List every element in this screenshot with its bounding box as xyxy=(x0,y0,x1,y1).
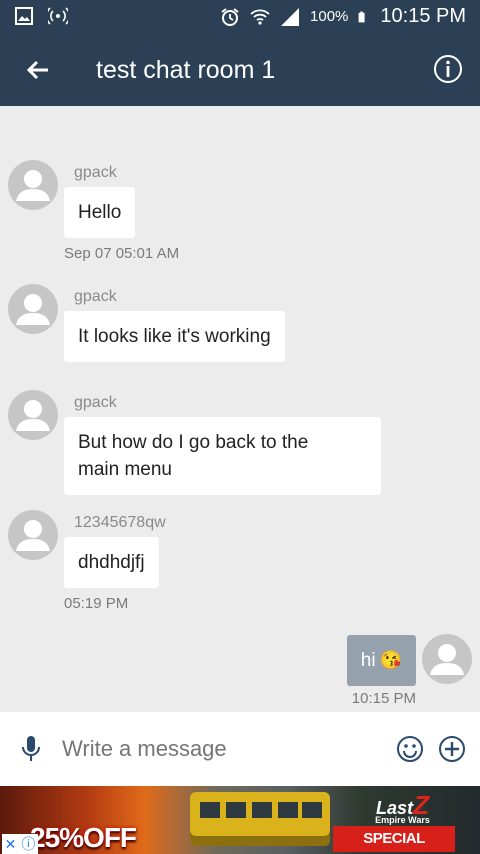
outgoing-bubble[interactable]: hi 😘 xyxy=(346,635,416,686)
emoji-icon[interactable] xyxy=(396,735,424,763)
message-sender: gpack xyxy=(74,164,117,181)
outgoing-timestamp: 10:15 PM xyxy=(351,690,416,707)
avatar[interactable] xyxy=(8,390,58,440)
ad-choices[interactable]: ✕ ⓘ xyxy=(2,834,38,854)
ad-logo-sub: Empire Wars xyxy=(375,815,430,825)
message-timestamp: Sep 07 05:01 AM xyxy=(64,245,180,262)
outgoing-message: hi 😘 10:15 PM xyxy=(0,634,480,710)
image-icon xyxy=(15,7,33,25)
arrow-left-icon[interactable] xyxy=(22,54,54,86)
message-timestamp: 05:19 PM xyxy=(64,595,129,612)
info-icon[interactable]: ⓘ xyxy=(21,834,35,854)
microphone-icon[interactable] xyxy=(18,734,44,764)
message-bubble[interactable]: Hello xyxy=(64,187,136,238)
message-item: gpack It looks like it's working xyxy=(0,284,480,364)
my-avatar[interactable] xyxy=(422,634,472,684)
avatar[interactable] xyxy=(8,160,58,210)
avatar[interactable] xyxy=(8,510,58,560)
message-item: gpack But how do I go back to the main m… xyxy=(0,390,480,495)
ad-discount-label: SPECIAL DISCOUNT xyxy=(333,826,455,852)
user-icon xyxy=(16,520,50,551)
status-bar: 100% 10:15 PM xyxy=(0,0,480,34)
message-sender: gpack xyxy=(74,394,117,411)
wifi-icon xyxy=(250,9,270,25)
message-bubble[interactable]: It looks like it's working xyxy=(64,311,285,362)
ad-sale-text: 25%OFF xyxy=(30,822,137,853)
message-input[interactable] xyxy=(62,732,372,766)
user-icon xyxy=(430,644,464,675)
alarm-icon xyxy=(221,7,239,26)
message-bubble[interactable]: But how do I go back to the main menu xyxy=(64,417,381,495)
app-bar: test chat room 1 xyxy=(0,34,480,106)
message-text-line: But how do I go back to the xyxy=(78,432,309,453)
message-sender: gpack xyxy=(74,288,117,305)
info-icon[interactable] xyxy=(433,54,463,84)
ad-banner[interactable]: 25%OFF LastZ Empire Wars SPECIAL DISCOUN… xyxy=(0,786,480,854)
ad-bus-image xyxy=(190,792,330,846)
message-composer xyxy=(0,712,480,786)
outgoing-text: hi xyxy=(360,650,376,671)
user-icon xyxy=(16,400,50,431)
user-icon xyxy=(16,294,50,325)
kiss-emoji-icon: 😘 xyxy=(379,650,402,670)
clock: 10:15 PM xyxy=(380,5,466,27)
add-attachment-icon[interactable] xyxy=(438,735,466,763)
user-icon xyxy=(16,170,50,201)
avatar[interactable] xyxy=(8,284,58,334)
chat-room-title: test chat room 1 xyxy=(96,56,276,84)
message-text-line: main menu xyxy=(78,459,172,480)
message-sender: 12345678qw xyxy=(74,514,166,531)
hotspot-icon xyxy=(48,7,68,25)
signal-icon xyxy=(281,7,300,26)
battery-percent: 100% xyxy=(310,8,349,25)
message-item: gpack Hello Sep 07 05:01 AM xyxy=(0,160,480,270)
battery-icon xyxy=(358,11,365,22)
ad-logo: LastZ Empire Wars xyxy=(355,790,450,825)
message-bubble[interactable]: dhdhdjfj xyxy=(64,537,159,588)
close-icon[interactable]: ✕ xyxy=(5,836,17,853)
message-item: 12345678qw dhdhdjfj 05:19 PM xyxy=(0,510,480,615)
